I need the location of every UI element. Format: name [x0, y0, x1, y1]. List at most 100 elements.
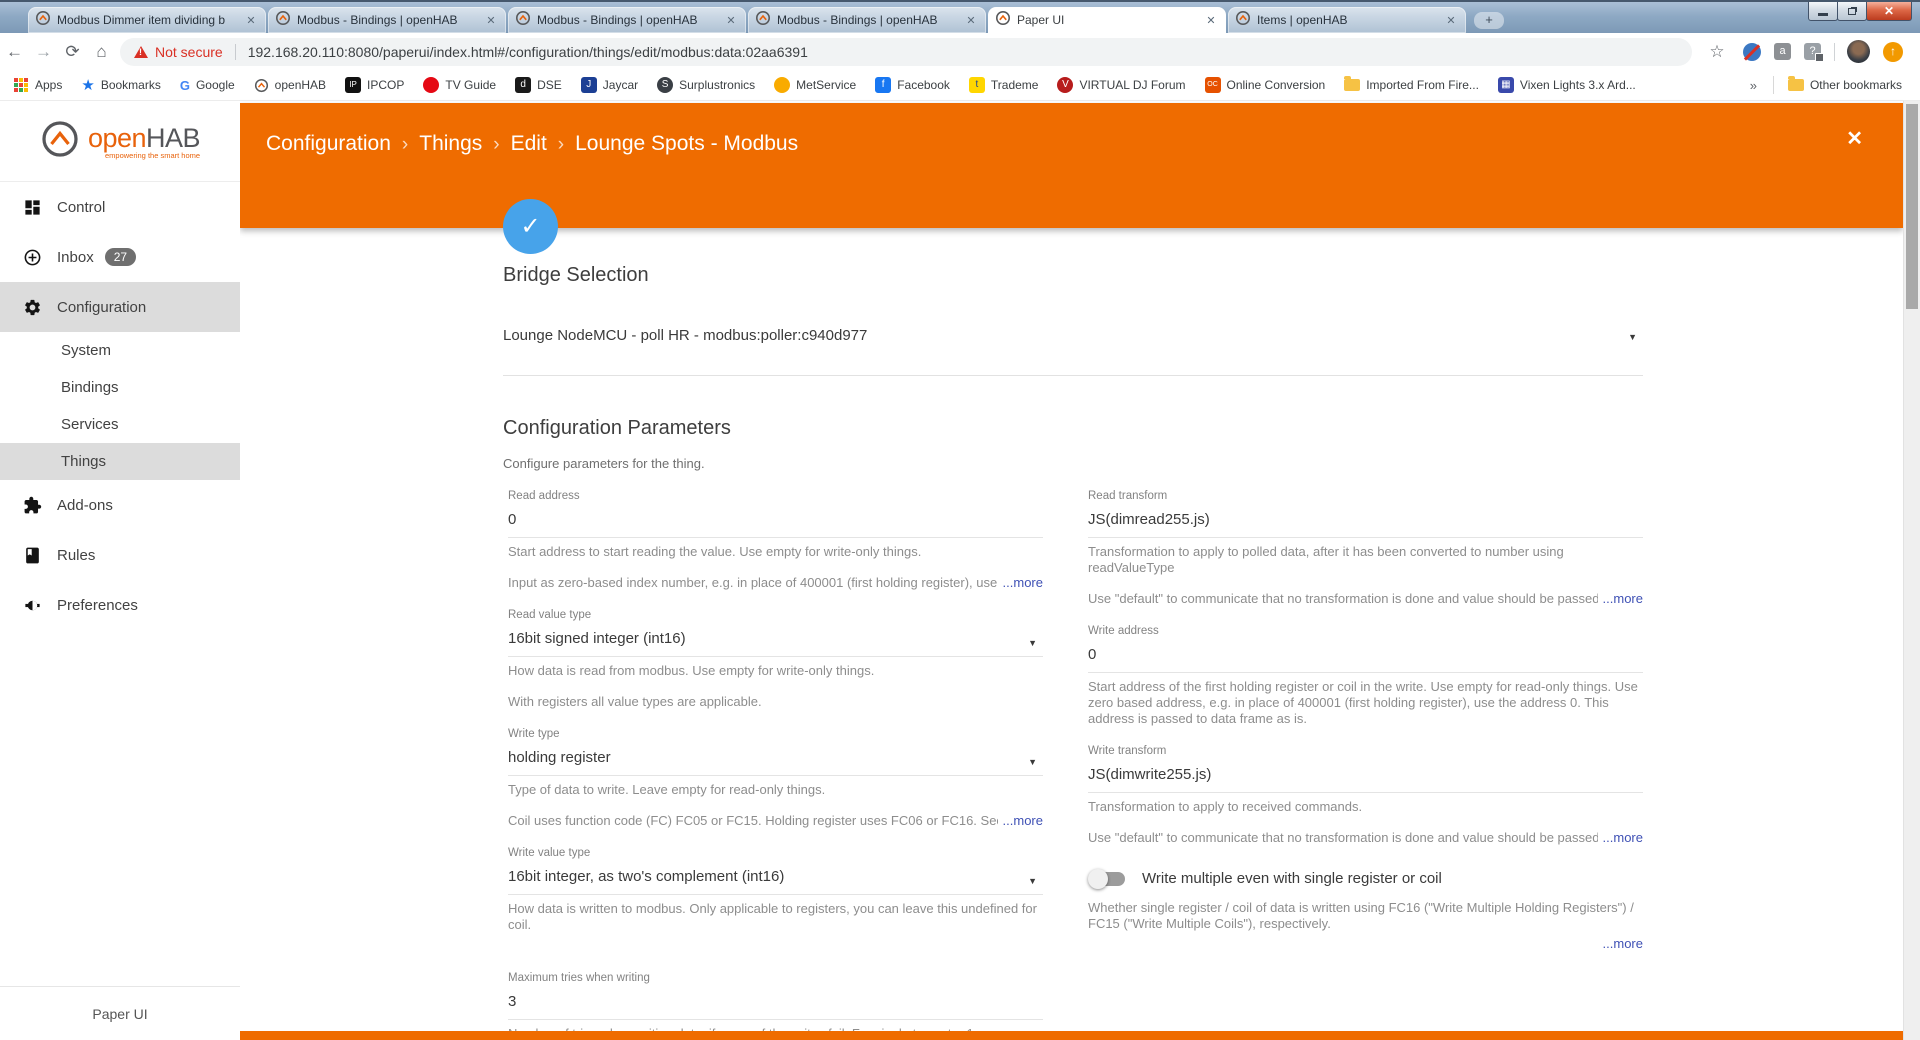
write-multiple-toggle[interactable] — [1088, 868, 1125, 889]
bookmark-trademe[interactable]: t Trademe — [968, 77, 1038, 93]
sidebar-item-label: Control — [57, 198, 106, 216]
help-extension-icon[interactable]: ? — [1804, 43, 1824, 62]
tab-close-icon[interactable]: ✕ — [483, 14, 499, 27]
tab-modbus-bindings-1[interactable]: Modbus - Bindings | openHAB ✕ — [268, 7, 506, 33]
bookmark-virtual-dj-forum[interactable]: V VIRTUAL DJ Forum — [1057, 77, 1186, 93]
more-link[interactable]: ...more — [1603, 936, 1643, 951]
bookmark-label: MetService — [796, 78, 857, 92]
chevron-down-icon: ▼ — [1028, 757, 1037, 767]
more-link[interactable]: ...more — [1003, 575, 1043, 591]
sidebar-item-preferences[interactable]: Preferences — [0, 580, 240, 630]
more-link[interactable]: ...more — [1003, 813, 1043, 829]
bookmark-star-icon[interactable]: ☆ — [1704, 42, 1730, 62]
openhab-favicon — [995, 10, 1011, 31]
field-value: JS(dimread255.js) — [1088, 511, 1210, 528]
other-bookmarks[interactable]: Other bookmarks — [1787, 76, 1902, 92]
sidebar-item-bindings[interactable]: Bindings — [0, 369, 240, 406]
sidebar-item-things[interactable]: Things — [0, 443, 240, 480]
tab-close-icon[interactable]: ✕ — [1443, 14, 1459, 27]
forward-icon[interactable]: → — [29, 42, 58, 62]
field-extra-text: Use "default" to communicate that no tra… — [1088, 830, 1598, 845]
bookmark-metservice[interactable]: MetService — [774, 77, 856, 93]
sidebar-item-control[interactable]: Control — [0, 182, 240, 232]
read-transform-input[interactable]: JS(dimread255.js) — [1088, 511, 1643, 538]
openhab-favicon — [755, 10, 771, 31]
not-secure-warning-icon[interactable] — [134, 45, 148, 58]
breadcrumb-edit[interactable]: Edit — [511, 132, 547, 155]
tab-close-icon[interactable]: ✕ — [723, 14, 739, 27]
write-value-type-select[interactable]: 16bit integer, as two's complement (int1… — [508, 868, 1043, 895]
bookmark-online-conversion[interactable]: OC Online Conversion — [1204, 77, 1326, 93]
surplustronics-icon: S — [657, 77, 674, 93]
home-icon[interactable]: ⌂ — [87, 42, 116, 62]
sidebar-item-services[interactable]: Services — [0, 406, 240, 443]
sidebar-item-label: Add-ons — [57, 496, 113, 514]
more-link[interactable]: ...more — [1603, 830, 1643, 846]
sidebar-item-inbox[interactable]: Inbox 27 — [0, 232, 240, 282]
apps-grid-icon — [14, 78, 28, 92]
read-value-type-select[interactable]: 16bit signed integer (int16) ▼ — [508, 630, 1043, 657]
tab-close-icon[interactable]: ✕ — [963, 14, 979, 27]
folder-icon — [1344, 76, 1361, 91]
shopping-extension-icon[interactable]: a — [1774, 43, 1791, 60]
profile-avatar[interactable] — [1847, 40, 1870, 63]
bridge-select[interactable]: Lounge NodeMCU - poll HR - modbus:poller… — [503, 327, 1643, 376]
bookmark-dse[interactable]: d DSE — [515, 77, 562, 93]
reload-icon[interactable]: ⟳ — [58, 42, 87, 62]
browser-menu-update-icon[interactable]: ↑ — [1883, 41, 1903, 62]
bookmark-tv-guide[interactable]: TV Guide — [423, 77, 496, 93]
bookmark-label: Online Conversion — [1226, 78, 1326, 92]
tab-title: Modbus - Bindings | openHAB — [297, 13, 458, 27]
window-controls: ✕ — [1808, 2, 1912, 21]
restore-button[interactable] — [1837, 2, 1867, 21]
bookmark-vixen-lights[interactable]: ▦ Vixen Lights 3.x Ard... — [1497, 77, 1636, 93]
sidebar-item-configuration[interactable]: Configuration — [0, 282, 240, 332]
close-edit-icon[interactable]: ✕ — [1846, 126, 1863, 151]
minimize-icon — [1818, 12, 1828, 16]
write-address-input[interactable]: 0 — [1088, 646, 1643, 673]
minimize-button[interactable] — [1808, 2, 1838, 21]
back-icon[interactable]: ← — [0, 42, 29, 62]
tab-paper-ui-active[interactable]: Paper UI ✕ — [988, 7, 1226, 33]
bookmark-openhab[interactable]: openHAB — [254, 78, 326, 93]
page-scrollbar[interactable] — [1903, 101, 1920, 1040]
write-type-select[interactable]: holding register ▼ — [508, 749, 1043, 776]
tab-modbus-bindings-3[interactable]: Modbus - Bindings | openHAB ✕ — [748, 7, 986, 33]
bookmark-label: Surplustronics — [679, 78, 756, 92]
blocker-extension-icon[interactable] — [1743, 42, 1761, 61]
write-transform-input[interactable]: JS(dimwrite255.js) — [1088, 766, 1643, 793]
field-value: holding register — [508, 749, 611, 766]
not-secure-label[interactable]: Not secure — [155, 44, 223, 60]
close-window-button[interactable]: ✕ — [1866, 2, 1912, 21]
maximum-tries-input[interactable]: 3 — [508, 993, 1043, 1020]
read-address-input[interactable]: 0 — [508, 511, 1043, 538]
breadcrumb-things[interactable]: Things — [419, 132, 482, 155]
address-bar[interactable]: Not secure 192.168.20.110:8080/paperui/i… — [120, 37, 1692, 66]
bookmark-jaycar[interactable]: J Jaycar — [580, 77, 638, 93]
chevron-down-icon: ▼ — [1028, 638, 1037, 648]
restore-icon — [1848, 7, 1856, 15]
scrollbar-thumb[interactable] — [1906, 104, 1918, 309]
sidebar-item-addons[interactable]: Add-ons — [0, 480, 240, 530]
bookmark-ipcop[interactable]: IP IPCOP — [345, 77, 404, 93]
apps-shortcut[interactable]: Apps — [14, 78, 62, 92]
sidebar-item-rules[interactable]: Rules — [0, 530, 240, 580]
tab-close-icon[interactable]: ✕ — [1203, 14, 1219, 27]
preferences-icon — [23, 596, 57, 615]
bookmarks-overflow-chevron[interactable]: » — [1750, 78, 1757, 93]
new-tab-button[interactable]: + — [1474, 12, 1504, 29]
bookmark-surplustronics[interactable]: S Surplustronics — [657, 77, 755, 93]
sidebar-item-system[interactable]: System — [0, 332, 240, 369]
bookmark-imported-from-firefox[interactable]: Imported From Fire... — [1344, 76, 1479, 92]
tab-modbus-bindings-2[interactable]: Modbus - Bindings | openHAB ✕ — [508, 7, 746, 33]
tab-items-openhab[interactable]: Items | openHAB ✕ — [1228, 7, 1466, 33]
bookmark-google[interactable]: G Google — [180, 78, 235, 93]
tab-modbus-dimmer[interactable]: Modbus Dimmer item dividing b ✕ — [28, 7, 266, 33]
url-text[interactable]: 192.168.20.110:8080/paperui/index.html#/… — [248, 44, 808, 60]
bookmark-bookmarks[interactable]: ★ Bookmarks — [81, 76, 160, 94]
more-link[interactable]: ...more — [1603, 591, 1643, 607]
breadcrumb-configuration[interactable]: Configuration — [266, 132, 391, 155]
bookmark-facebook[interactable]: f Facebook — [875, 77, 950, 93]
config-parameters-title: Configuration Parameters — [503, 417, 731, 439]
tab-close-icon[interactable]: ✕ — [243, 14, 259, 27]
